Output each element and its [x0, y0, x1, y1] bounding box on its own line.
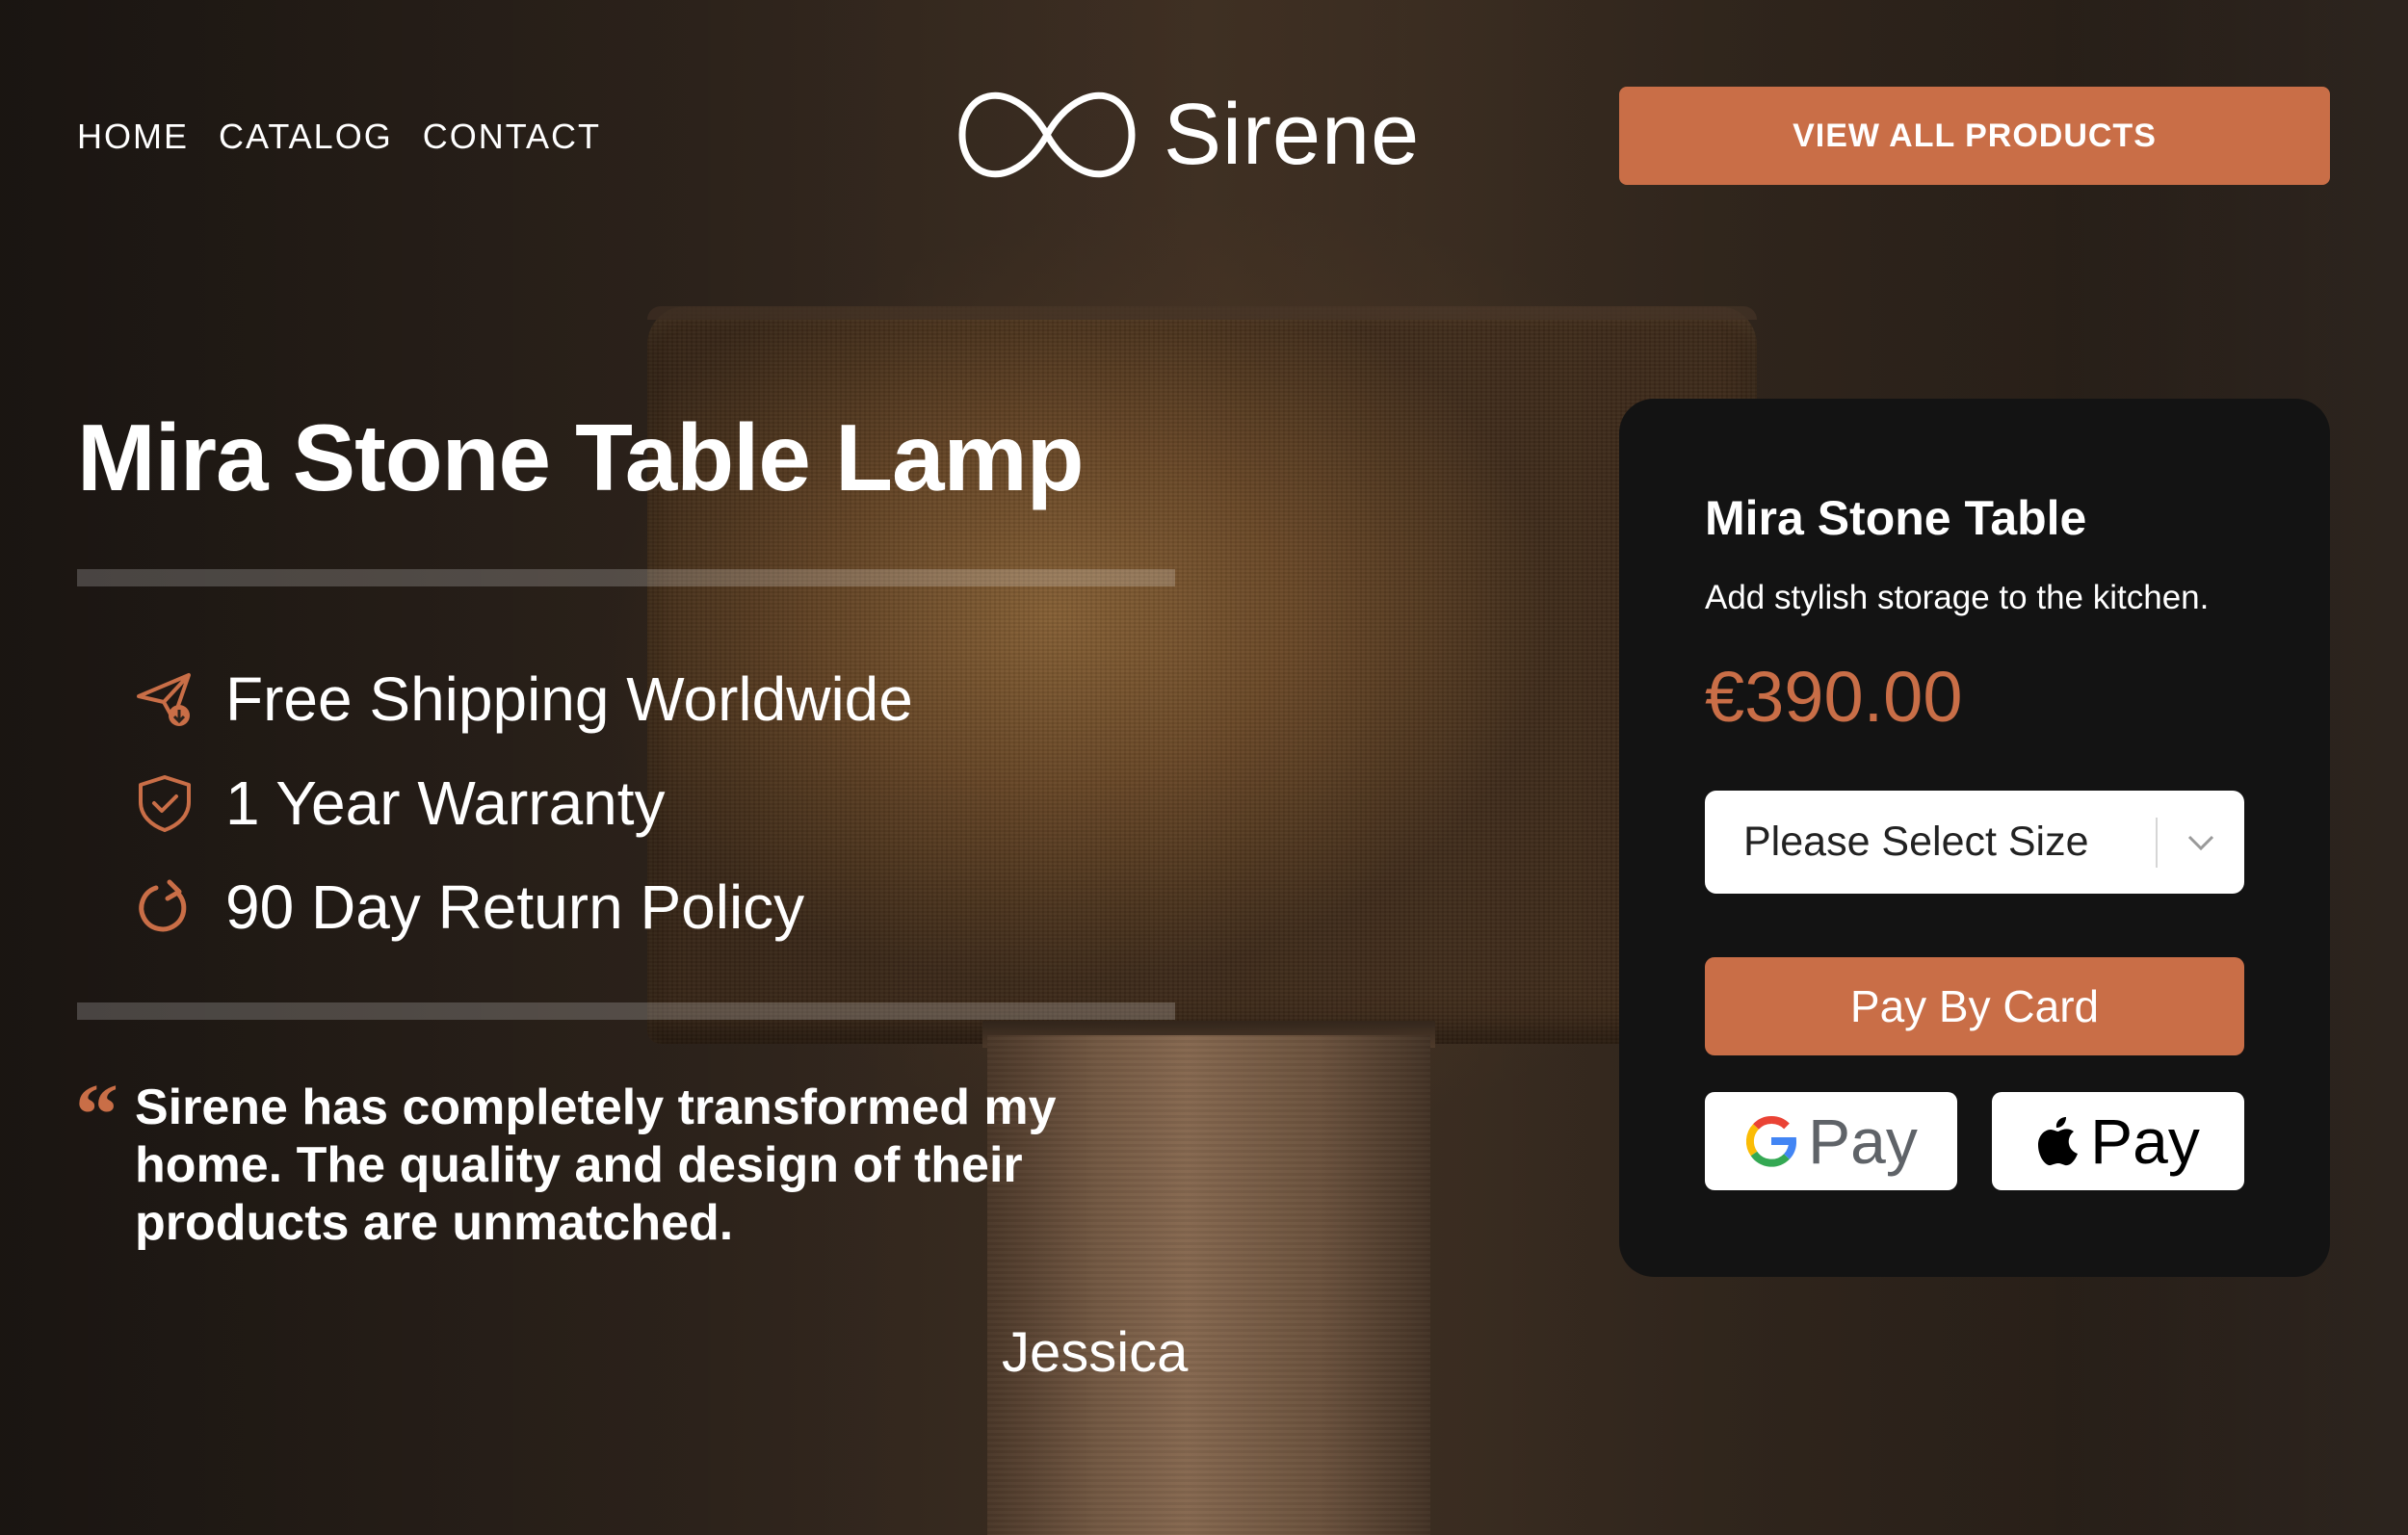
feature-text: Free Shipping Worldwide: [225, 664, 913, 734]
paper-plane-icon: [135, 669, 195, 729]
feature-item: 90 Day Return Policy: [135, 855, 913, 959]
brand-logo[interactable]: Sirene: [957, 85, 1420, 185]
feature-text: 1 Year Warranty: [225, 768, 666, 838]
main-nav: HOME CATALOG CONTACT: [77, 114, 601, 160]
refresh-icon: [135, 877, 195, 937]
card-description: Add stylish storage to the kitchen.: [1705, 579, 2210, 616]
divider: [77, 569, 1175, 586]
nav-catalog-link[interactable]: CATALOG: [219, 114, 393, 160]
product-title: Mira Stone Table Lamp: [77, 404, 1084, 510]
pay-by-card-button[interactable]: Pay By Card: [1705, 957, 2244, 1055]
brand-name: Sirene: [1164, 87, 1421, 183]
google-logo-icon: [1746, 1116, 1797, 1167]
feature-item: Free Shipping Worldwide: [135, 647, 913, 751]
divider: [77, 1002, 1175, 1020]
size-select[interactable]: Please Select Size: [1705, 791, 2244, 894]
google-pay-button[interactable]: Pay: [1705, 1092, 1957, 1190]
product-card: Mira Stone Table Add stylish storage to …: [1619, 399, 2330, 1277]
feature-list: Free Shipping Worldwide 1 Year Warranty …: [135, 647, 913, 959]
nav-home-link[interactable]: HOME: [77, 114, 189, 160]
quote-mark-icon: “: [75, 1067, 118, 1162]
size-select-value: Please Select Size: [1743, 819, 2089, 865]
apple-pay-button[interactable]: Pay: [1992, 1092, 2244, 1190]
view-all-products-button[interactable]: VIEW ALL PRODUCTS: [1619, 87, 2330, 185]
google-pay-label: Pay: [1808, 1106, 1918, 1177]
apple-logo-icon: [2038, 1117, 2079, 1166]
infinity-icon: [958, 91, 1136, 178]
testimonial-quote: Sirene has completely transformed my hom…: [135, 1080, 1057, 1251]
card-title: Mira Stone Table: [1705, 491, 2087, 545]
feature-item: 1 Year Warranty: [135, 751, 913, 855]
chevron-down-icon: [2158, 791, 2244, 894]
feature-text: 90 Day Return Policy: [225, 872, 805, 942]
nav-contact-link[interactable]: CONTACT: [423, 114, 601, 160]
testimonial-author: Jessica: [1002, 1321, 1189, 1384]
shield-check-icon: [135, 773, 195, 833]
product-price: €390.00: [1705, 657, 1963, 737]
apple-pay-label: Pay: [2090, 1106, 2200, 1177]
